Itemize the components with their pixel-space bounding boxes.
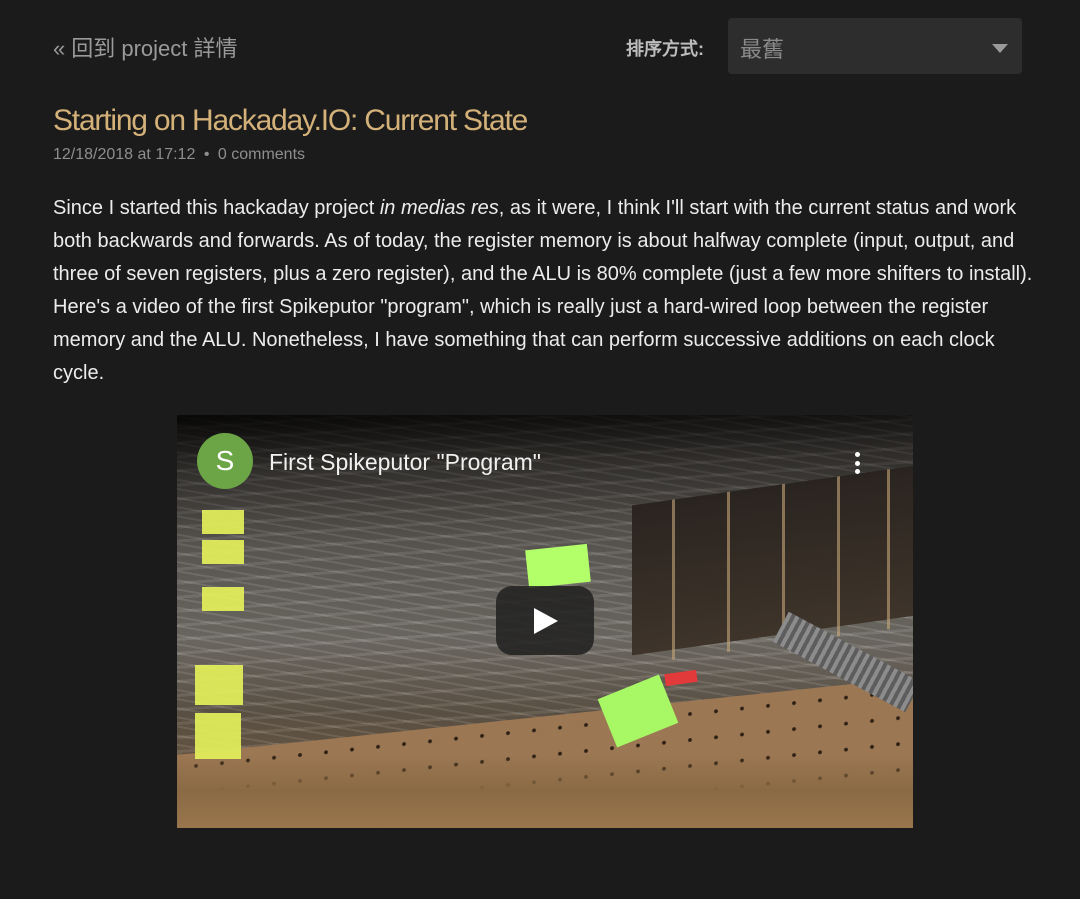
back-to-project-link[interactable]: «回到 project 詳情 xyxy=(53,31,238,63)
meta-separator: • xyxy=(203,146,210,163)
post-body: Since I started this hackaday project in… xyxy=(53,192,1043,390)
sort-label: 排序方式: xyxy=(626,39,704,59)
body-text-part1: Since I started this hackaday project xyxy=(53,197,380,219)
play-icon xyxy=(534,608,558,634)
body-text-part2: , as it were, I think I'll start with th… xyxy=(53,197,1033,384)
video-embed[interactable]: S First Spikeputor "Program" xyxy=(177,415,913,828)
sort-selected-value: 最舊 xyxy=(740,37,785,62)
more-vert-icon[interactable] xyxy=(855,452,861,476)
post-date: 12/18/2018 at 17:12 xyxy=(53,146,196,163)
back-link-label: 回到 project 詳情 xyxy=(71,36,238,61)
video-header: S First Spikeputor "Program" xyxy=(177,415,913,505)
chevron-down-icon xyxy=(992,44,1008,53)
video-frame-sticky-note xyxy=(195,713,241,759)
video-frame-sticky-note xyxy=(195,665,243,705)
video-frame-green-note xyxy=(525,543,591,589)
video-frame-sticky-note xyxy=(202,587,244,611)
body-text-italic: in medias res xyxy=(379,197,499,219)
play-button[interactable] xyxy=(496,586,594,655)
comments-link[interactable]: 0 comments xyxy=(218,146,305,163)
video-frame-led-display xyxy=(664,669,698,687)
sort-order-select[interactable]: 最舊 xyxy=(728,18,1022,74)
top-bar: «回到 project 詳情 排序方式: 最舊 xyxy=(0,0,1080,90)
post-meta: 12/18/2018 at 17:12 • 0 comments xyxy=(53,146,305,164)
video-frame-sticky-note xyxy=(202,510,244,534)
video-frame-sticky-note xyxy=(202,540,244,564)
channel-avatar[interactable]: S xyxy=(197,433,253,489)
video-title[interactable]: First Spikeputor "Program" xyxy=(269,449,541,476)
double-chevron-left-icon: « xyxy=(53,36,66,61)
post-title[interactable]: Starting on Hackaday.IO: Current State xyxy=(53,104,528,138)
video-frame-bench xyxy=(177,755,913,828)
